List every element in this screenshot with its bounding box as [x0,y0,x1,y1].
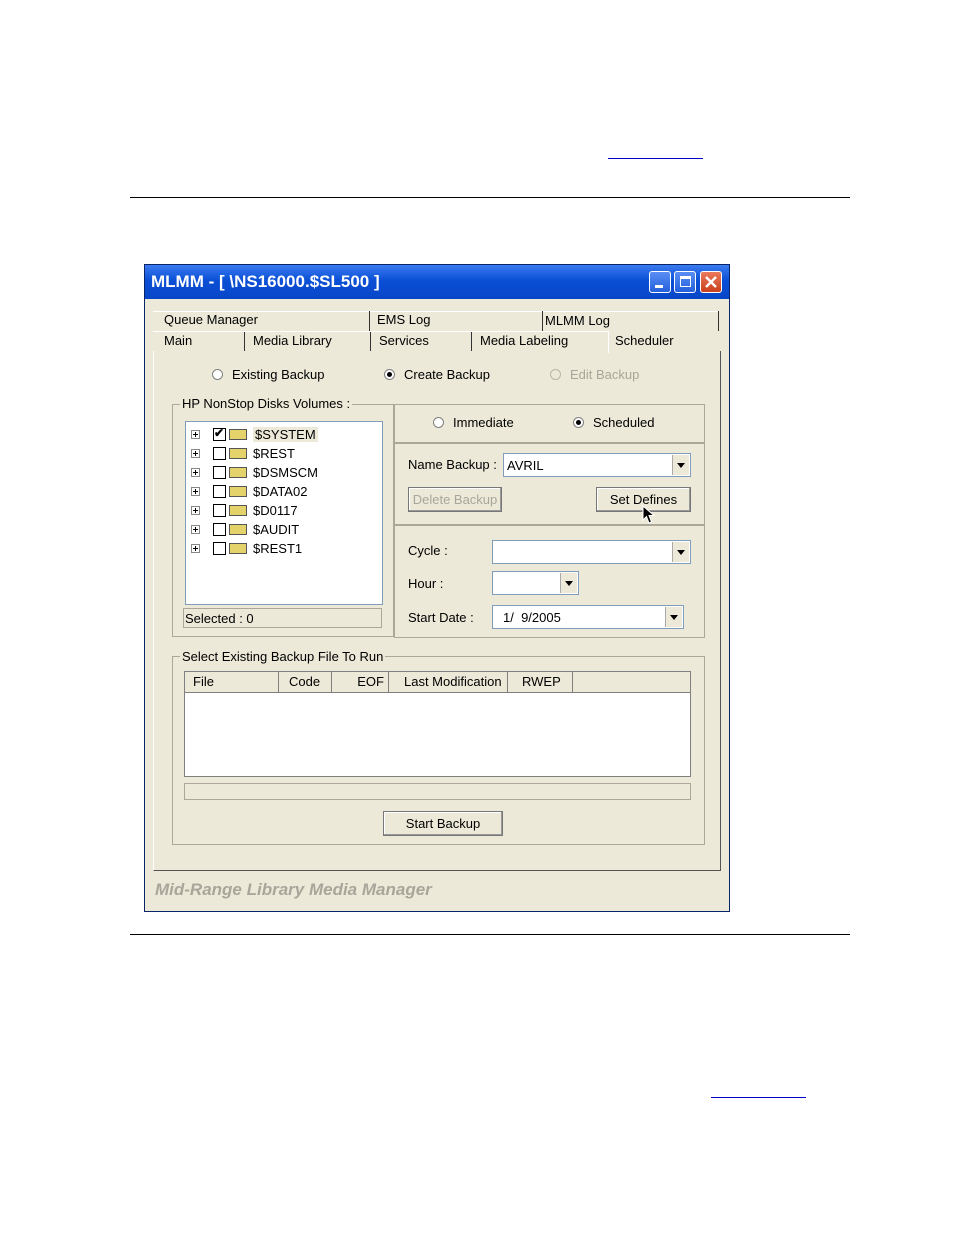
tree-item-data02[interactable]: $DATA02 [186,483,314,502]
rule-bottom [130,934,850,935]
start-backup-button[interactable]: Start Backup [383,811,503,836]
cycle-combo[interactable] [492,540,691,564]
name-backup-value: AVRIL [507,458,544,473]
mlmm-window: MLMM - [ \NS16000.$SL500 ] Queue Manager… [144,264,730,912]
selected-status-bar: Selected : 0 [183,608,382,628]
column-file[interactable]: File [185,672,279,692]
selected-count: Selected : 0 [185,611,254,626]
disks-tree[interactable]: $SYSTEM $REST $DSMSCM $DATA02 $D0117 [185,421,383,605]
column-last-modification[interactable]: Last Modification [389,672,508,692]
tab-scheduler[interactable]: Scheduler [615,333,674,348]
disk-icon [229,448,247,459]
tab-mlmm-log[interactable]: MLMM Log [545,313,610,328]
radio-existing-backup[interactable] [212,369,223,380]
chevron-down-icon[interactable] [560,573,577,593]
tree-item-rest1[interactable]: $REST1 [186,540,314,559]
checkbox-audit[interactable] [213,523,226,536]
existing-files-title: Select Existing Backup File To Run [180,649,386,664]
disk-icon [229,467,247,478]
disk-icon [229,524,247,535]
tab-services[interactable]: Services [379,333,429,348]
column-rwep[interactable]: RWEP [508,672,573,692]
mouse-cursor-icon [642,505,656,524]
column-eof[interactable]: EOF [332,672,389,692]
expand-icon[interactable] [191,544,200,553]
close-icon [705,276,717,288]
footer-product-name: Mid-Range Library Media Manager [155,880,432,899]
tab-queue-manager[interactable]: Queue Manager [164,312,258,327]
delete-backup-button: Delete Backup [408,487,502,512]
radio-immediate[interactable] [433,417,444,428]
column-code[interactable]: Code [279,672,332,692]
expand-icon[interactable] [191,449,200,458]
label-hour: Hour : [408,576,444,591]
expand-icon[interactable] [191,468,200,477]
chevron-down-icon[interactable] [672,542,689,562]
existing-files-list[interactable]: File Code EOF Last Modification RWEP [184,671,691,777]
disk-icon [229,505,247,516]
list-header: File Code EOF Last Modification RWEP [185,672,690,693]
label-scheduled: Scheduled [593,415,655,430]
radio-scheduled[interactable] [573,417,584,428]
close-button[interactable] [700,271,722,293]
disks-group-title: HP NonStop Disks Volumes : [180,396,353,411]
tree-item-system[interactable]: $SYSTEM [186,426,318,445]
disk-icon [229,486,247,497]
start-date-picker[interactable]: 1/ 9/2005 [492,605,684,629]
maximize-icon [680,276,691,287]
checkbox-rest[interactable] [213,447,226,460]
label-name-backup: Name Backup : [408,457,497,472]
start-date-value: 1/ 9/2005 [503,610,561,625]
tab-media-labeling[interactable]: Media Labeling [480,333,568,348]
doc-link-bottom[interactable] [711,1096,806,1098]
name-backup-combo[interactable]: AVRIL [503,453,691,477]
hour-combo[interactable] [492,571,579,595]
disk-icon [229,543,247,554]
label-start-date: Start Date : [408,610,474,625]
label-cycle: Cycle : [408,543,448,558]
tree-item-audit[interactable]: $AUDIT [186,521,314,540]
checkbox-rest1[interactable] [213,542,226,555]
minimize-button[interactable] [649,271,671,293]
horizontal-scrollbar[interactable] [184,783,691,800]
maximize-button[interactable] [674,271,696,293]
tab-main[interactable]: Main [164,333,192,348]
expand-icon[interactable] [191,430,200,439]
checkbox-system[interactable] [213,426,226,441]
tab-strip: Queue Manager EMS Log MLMM Log Main Medi… [153,309,722,353]
checkbox-dsmscm[interactable] [213,466,226,479]
tab-media-library[interactable]: Media Library [253,333,332,348]
checkbox-data02[interactable] [213,485,226,498]
window-title: MLMM - [ \NS16000.$SL500 ] [151,272,380,291]
tree-item-rest[interactable]: $REST [186,445,314,464]
disk-icon [229,429,247,440]
label-create-backup: Create Backup [404,367,490,382]
radio-edit-backup [550,369,561,380]
tree-item-dsmscm[interactable]: $DSMSCM [186,464,318,483]
minimize-icon [655,285,663,288]
label-existing-backup: Existing Backup [232,367,325,382]
tab-ems-log[interactable]: EMS Log [377,312,430,327]
label-immediate: Immediate [453,415,514,430]
doc-link-top[interactable] [608,157,703,159]
expand-icon[interactable] [191,487,200,496]
expand-icon[interactable] [191,506,200,515]
rule-top [130,197,850,198]
tree-item-d0117[interactable]: $D0117 [186,502,314,521]
label-edit-backup: Edit Backup [570,367,640,382]
title-bar[interactable]: MLMM - [ \NS16000.$SL500 ] [145,265,729,299]
radio-create-backup[interactable] [384,369,395,380]
chevron-down-icon[interactable] [672,455,689,475]
expand-icon[interactable] [191,525,200,534]
chevron-down-icon[interactable] [665,607,682,627]
checkbox-d0117[interactable] [213,504,226,517]
